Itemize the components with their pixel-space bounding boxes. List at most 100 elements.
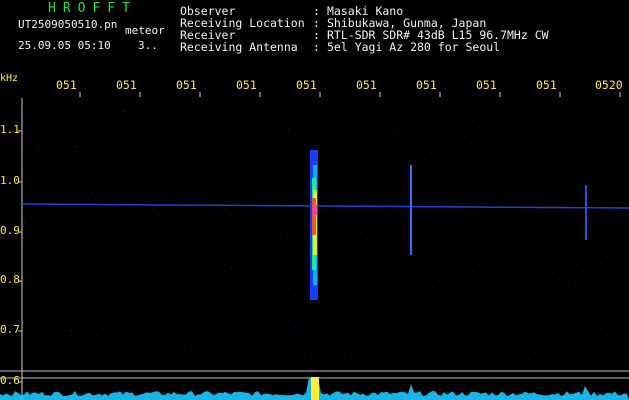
noise-dot — [558, 278, 560, 279]
capture-datetime: 25.09.05 05:10 — [18, 39, 111, 52]
noise-dot — [124, 110, 126, 112]
noise-dot — [182, 169, 184, 171]
noise-dot — [448, 284, 450, 286]
noise-dot — [226, 342, 228, 344]
noise-dot — [231, 267, 232, 269]
noise-dot — [291, 168, 293, 170]
noise-dot — [498, 144, 500, 146]
noise-dot — [318, 133, 320, 135]
noise-dot — [318, 250, 320, 252]
noise-dot — [340, 215, 342, 217]
noise-dot — [561, 176, 563, 178]
noise-dot — [153, 208, 155, 210]
x-tick-label: 051 — [296, 78, 317, 92]
noise-dot — [287, 233, 288, 235]
noise-dot — [560, 252, 562, 254]
noise-dot — [505, 213, 507, 214]
noise-dot — [184, 199, 186, 201]
noise-dot — [302, 172, 304, 174]
noise-dot — [463, 233, 465, 234]
x-tick-label: 0520 — [595, 78, 623, 92]
noise-dot — [45, 207, 47, 209]
noise-dot — [122, 110, 124, 112]
noise-dot — [340, 241, 342, 243]
noise-dot — [129, 122, 131, 124]
y-axis-unit: kHz — [0, 73, 19, 84]
noise-dot — [189, 198, 191, 200]
noise-dot — [41, 260, 43, 262]
noise-dot — [288, 128, 290, 130]
noise-dot — [126, 356, 128, 358]
carrier-signal-line — [21, 203, 629, 209]
noise-dot — [346, 179, 348, 181]
noise-dot — [297, 248, 299, 250]
noise-dot — [476, 341, 478, 343]
noise-dot — [78, 221, 80, 223]
y-tick-label: 1.1 — [0, 123, 20, 136]
noise-dot — [97, 191, 99, 193]
file-name: UT2509050510.pn — [18, 18, 118, 31]
noise-dot — [289, 247, 291, 249]
noise-dot — [557, 196, 558, 198]
noise-dot — [458, 190, 460, 191]
noise-dot — [375, 220, 377, 222]
noise-dot — [483, 130, 485, 132]
noise-dot — [91, 192, 93, 193]
x-tick-label: 051 — [116, 78, 137, 92]
noise-dot — [262, 181, 264, 182]
noise-dot — [293, 326, 295, 327]
noise-dot — [238, 295, 240, 296]
noise-dot — [390, 206, 392, 208]
noise-dot — [522, 154, 524, 156]
noise-dot — [211, 314, 213, 316]
noise-dot — [348, 123, 350, 125]
noise-dot — [433, 286, 434, 288]
noise-dot — [300, 326, 302, 328]
noise-dot — [29, 299, 31, 301]
noise-dot — [184, 349, 185, 351]
noise-dot — [567, 282, 569, 284]
noise-dot — [216, 149, 218, 151]
noise-dot — [405, 317, 407, 319]
noise-dot — [288, 131, 290, 133]
noise-dot — [85, 223, 87, 225]
noise-dot — [76, 145, 78, 147]
noise-dot — [346, 317, 348, 319]
noise-dot — [167, 331, 169, 332]
noise-dot — [144, 241, 146, 243]
noise-dot — [60, 295, 62, 297]
noise-dot — [75, 150, 76, 152]
noise-dot — [203, 347, 205, 349]
noise-dot — [212, 115, 214, 117]
station-title: HROFFT — [48, 1, 137, 16]
noise-dot — [172, 170, 174, 172]
noise-dot — [283, 277, 285, 279]
noise-dot — [77, 186, 78, 188]
noise-dot — [294, 219, 296, 221]
noise-dot — [597, 191, 599, 193]
noise-dot — [134, 274, 136, 276]
noise-dot — [306, 169, 308, 170]
noise-dot — [383, 208, 385, 210]
noise-dot — [567, 279, 569, 281]
noise-dot — [24, 231, 26, 233]
noise-dot — [377, 351, 378, 353]
noise-dot — [70, 330, 72, 332]
noise-dot — [454, 269, 456, 271]
event-counter: 3.. — [138, 39, 158, 52]
noise-dot — [601, 262, 602, 264]
noise-dot — [366, 338, 368, 340]
noise-dot — [77, 198, 79, 200]
noise-dot — [556, 347, 558, 348]
noise-dot — [287, 204, 289, 206]
noise-dot — [492, 283, 493, 285]
noise-dot — [162, 184, 164, 185]
y-tick-label: 1.0 — [0, 174, 20, 187]
meteor-echo-band — [313, 205, 317, 215]
noise-dot — [375, 275, 377, 277]
y-tick-label: 0.9 — [0, 224, 20, 237]
x-tick-label: 051 — [536, 78, 557, 92]
noise-dot — [529, 358, 530, 360]
noise-dot — [555, 213, 557, 215]
x-tick-label: 051 — [176, 78, 197, 92]
